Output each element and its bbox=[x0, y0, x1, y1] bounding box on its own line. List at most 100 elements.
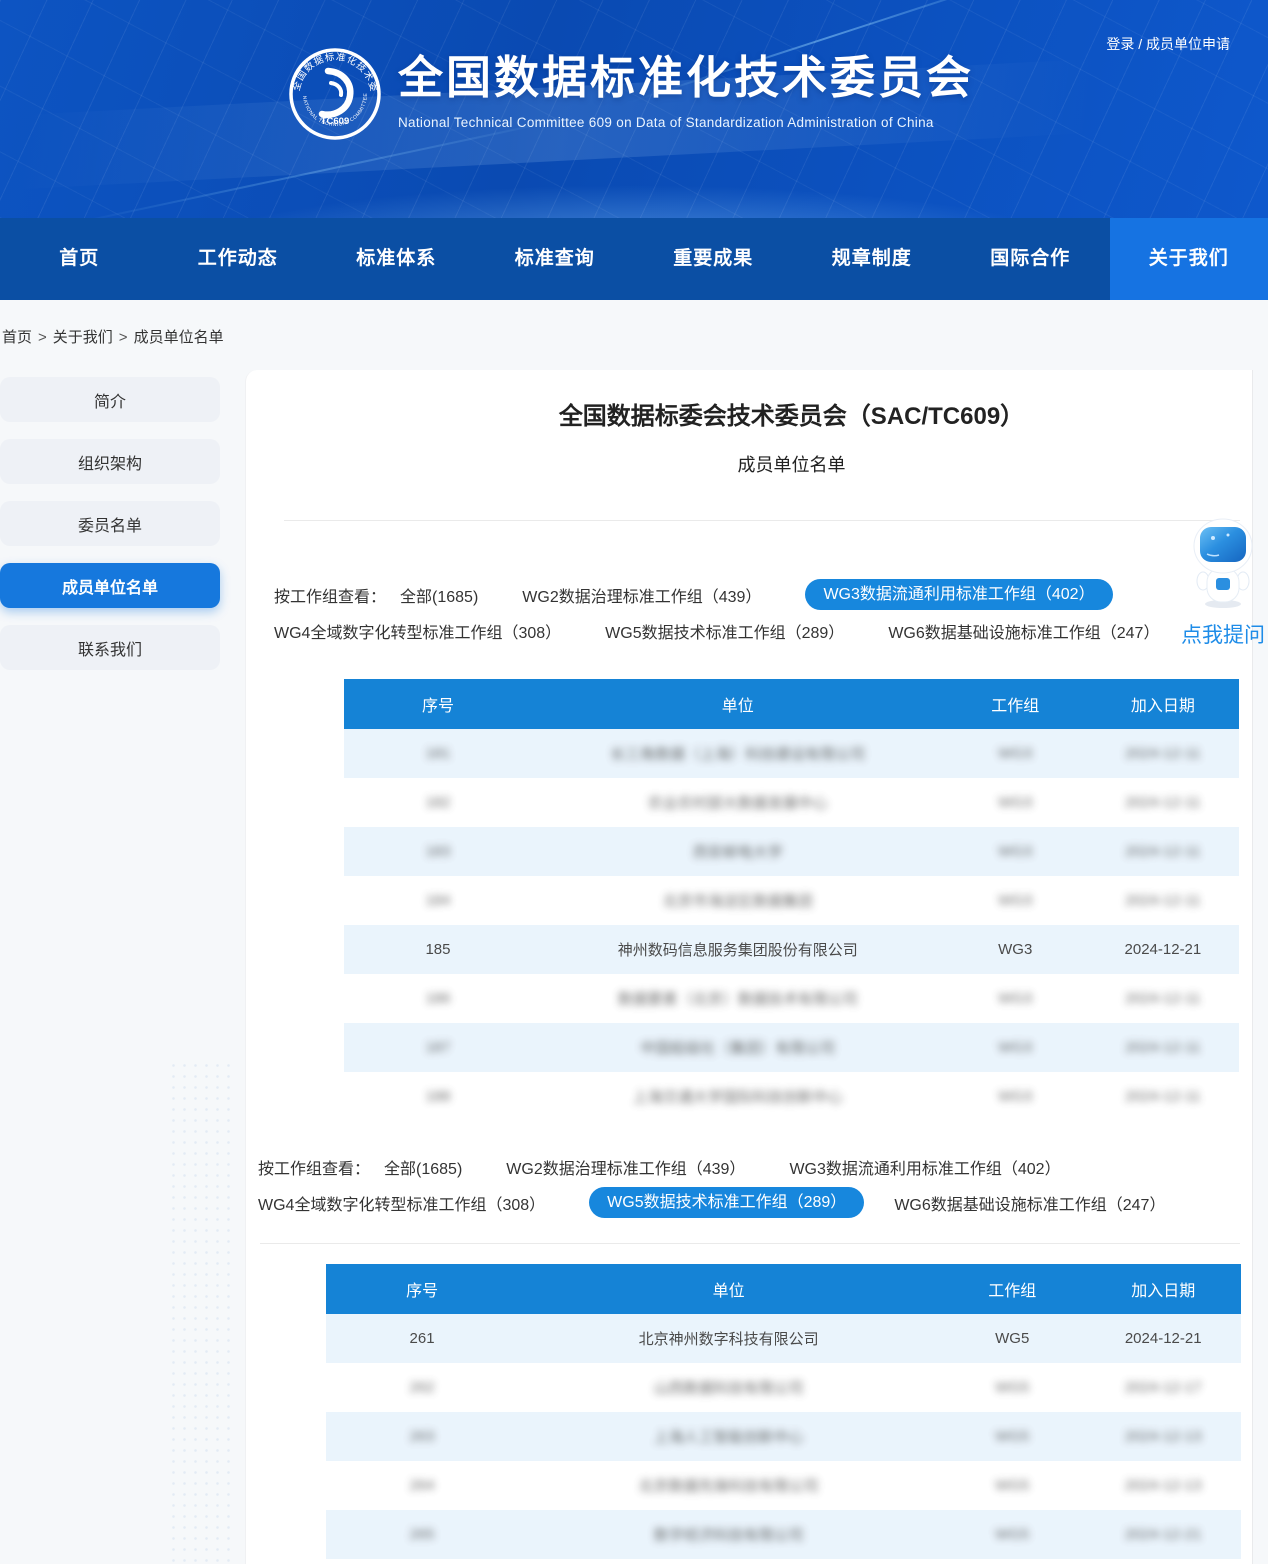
cell-unit: 上海交通大学国际科技创新中心 bbox=[532, 1086, 944, 1107]
robot-icon[interactable] bbox=[1180, 518, 1266, 610]
sections-container: 按工作组查看： 全部(1685) WG2数据治理标准工作组（439） WG3数据流通利… bbox=[246, 579, 1252, 1559]
breadcrumb-separator: > bbox=[119, 329, 128, 346]
cell-workgroup: WG5 bbox=[939, 1330, 1085, 1347]
cell-date: 2024-12-11 bbox=[1087, 794, 1239, 811]
table-header-row: 序号单位工作组加入日期 bbox=[344, 679, 1239, 729]
nav-item-regulations[interactable]: 规章制度 bbox=[793, 218, 952, 300]
filter-row: 按工作组查看：全部(1685)WG2数据治理标准工作组（439）WG3数据流通利… bbox=[258, 1151, 1252, 1182]
filter-wg5[interactable]: WG5数据技术标准工作组（289） bbox=[589, 1187, 864, 1218]
logo-code: TC609 bbox=[321, 116, 350, 127]
filter-all[interactable]: 全部(1685) bbox=[384, 1155, 462, 1179]
sidebar: 简介组织架构委员名单成员单位名单联系我们 bbox=[0, 377, 220, 687]
filter-wg3[interactable]: WG3数据流通利用标准工作组（402） bbox=[805, 579, 1112, 610]
filter-all[interactable]: 全部(1685) bbox=[400, 583, 478, 607]
assistant-widget[interactable]: 点我提问 bbox=[1178, 518, 1268, 649]
cell-workgroup: WG3 bbox=[944, 1088, 1087, 1105]
table-row: 183西安邮电大学WG32024-12-11 bbox=[344, 827, 1239, 876]
cell-unit: 山西数据科技有限公司 bbox=[518, 1377, 939, 1398]
filter-wg6[interactable]: WG6数据基础设施标准工作组（247） bbox=[894, 1191, 1165, 1215]
cell-unit: 中国船级社（集团）有限公司 bbox=[532, 1037, 944, 1058]
filter-wg6[interactable]: WG6数据基础设施标准工作组（247） bbox=[888, 619, 1159, 643]
nav-item-about[interactable]: 关于我们 bbox=[1110, 218, 1268, 300]
table-row: 184北京市海淀区数据集团WG32024-12-11 bbox=[344, 876, 1239, 925]
column-header-3: 加入日期 bbox=[1087, 692, 1239, 716]
cell-unit: 数字经济科技有限公司 bbox=[518, 1524, 939, 1545]
filter-wg2[interactable]: WG2数据治理标准工作组（439） bbox=[506, 1155, 745, 1179]
member-table: 序号单位工作组加入日期181长三角数据（上海）科技建设有限公司WG32024-1… bbox=[344, 679, 1239, 1121]
cell-unit: 北京神州数字科技有限公司 bbox=[518, 1328, 939, 1349]
cell-workgroup: WG3 bbox=[944, 745, 1087, 762]
sidebar-item-member-units[interactable]: 成员单位名单 bbox=[0, 563, 220, 608]
content-layout: 简介组织架构委员名单成员单位名单联系我们 全国数据标委会技术委员会（SAC/TC… bbox=[0, 370, 1268, 1564]
filter-bar: 按工作组查看： 全部(1685) WG2数据治理标准工作组（439） WG3数据流通利… bbox=[274, 579, 1252, 646]
divider bbox=[284, 520, 1240, 521]
page-subtitle: 成员单位名单 bbox=[344, 452, 1239, 478]
table-row: 188上海交通大学国际科技创新中心WG32024-12-11 bbox=[344, 1072, 1239, 1121]
table-row: 264北京数据先锋科技有限公司WG52024-12-13 bbox=[326, 1461, 1241, 1510]
filter-label: 按工作组查看： bbox=[274, 583, 386, 607]
filter-wg2[interactable]: WG2数据治理标准工作组（439） bbox=[522, 583, 761, 607]
cell-workgroup: WG3 bbox=[944, 941, 1087, 958]
cell-workgroup: WG5 bbox=[939, 1428, 1085, 1445]
table-row: 263上海人工智能创新中心WG52024-12-13 bbox=[326, 1412, 1241, 1461]
column-header-0: 序号 bbox=[344, 692, 532, 716]
cell-unit: 神州数码信息服务集团股份有限公司 bbox=[532, 939, 944, 960]
cell-unit: 长三角数据（上海）科技建设有限公司 bbox=[532, 743, 944, 764]
cell-date: 2024-12-21 bbox=[1085, 1526, 1241, 1543]
filter-bar: 按工作组查看：全部(1685)WG2数据治理标准工作组（439）WG3数据流通利… bbox=[258, 1151, 1252, 1218]
member-section-2: 按工作组查看：全部(1685)WG2数据治理标准工作组（439）WG3数据流通利… bbox=[246, 1151, 1252, 1559]
cell-unit: 上海人工智能创新中心 bbox=[518, 1426, 939, 1447]
sidebar-item-members[interactable]: 委员名单 bbox=[0, 501, 220, 546]
breadcrumb-item-2[interactable]: 成员单位名单 bbox=[134, 329, 224, 346]
table-row: 185神州数码信息服务集团股份有限公司WG32024-12-21 bbox=[344, 925, 1239, 974]
cell-date: 2024-12-11 bbox=[1087, 745, 1239, 762]
member-section-1: 按工作组查看： 全部(1685) WG2数据治理标准工作组（439） WG3数据流通利… bbox=[246, 579, 1252, 1121]
cell-date: 2024-12-13 bbox=[1085, 1477, 1241, 1494]
nav-item-achievements[interactable]: 重要成果 bbox=[634, 218, 793, 300]
column-header-0: 序号 bbox=[326, 1277, 518, 1301]
site-subtitle: National Technical Committee 609 on Data… bbox=[398, 115, 974, 130]
breadcrumb-item-0[interactable]: 首页 bbox=[2, 329, 32, 346]
cell-date: 2024-12-21 bbox=[1085, 1330, 1241, 1347]
sidebar-item-org[interactable]: 组织架构 bbox=[0, 439, 220, 484]
table-row: 181长三角数据（上海）科技建设有限公司WG32024-12-11 bbox=[344, 729, 1239, 778]
table-row: 265数字经济科技有限公司WG52024-12-21 bbox=[326, 1510, 1241, 1559]
nav-item-work-news[interactable]: 工作动态 bbox=[159, 218, 318, 300]
filter-wg4[interactable]: WG4全域数字化转型标准工作组（308） bbox=[258, 1191, 545, 1215]
cell-no: 181 bbox=[344, 745, 532, 762]
table-row: 186数据要素（北京）数据技术有限公司WG32024-12-11 bbox=[344, 974, 1239, 1023]
cell-no: 264 bbox=[326, 1477, 518, 1494]
table-row: 262山西数据科技有限公司WG52024-12-17 bbox=[326, 1363, 1241, 1412]
cell-date: 2024-12-11 bbox=[1087, 843, 1239, 860]
cell-workgroup: WG5 bbox=[939, 1379, 1085, 1396]
table-row: 261北京神州数字科技有限公司WG52024-12-21 bbox=[326, 1314, 1241, 1363]
table-row: 182农业农村部大数据发展中心WG32024-12-11 bbox=[344, 778, 1239, 827]
site-logo-icon: 全国数据标准化技术委员会 NATIONAL TECHNICAL COMMITTE… bbox=[288, 46, 382, 142]
cell-date: 2024-12-11 bbox=[1087, 892, 1239, 909]
cell-unit: 数据要素（北京）数据技术有限公司 bbox=[532, 988, 944, 1009]
cell-workgroup: WG5 bbox=[939, 1477, 1085, 1494]
ask-me-button[interactable]: 点我提问 bbox=[1178, 619, 1268, 649]
login-link[interactable]: 登录 / 成员单位申请 bbox=[1106, 34, 1230, 54]
site-banner: 登录 / 成员单位申请 全国数据标准化技术委员会 NATIONAL TECHNI… bbox=[0, 0, 1268, 218]
filter-wg5[interactable]: WG5数据技术标准工作组（289） bbox=[605, 619, 844, 643]
member-table: 序号单位工作组加入日期261北京神州数字科技有限公司WG52024-12-212… bbox=[326, 1264, 1241, 1559]
breadcrumb-item-1[interactable]: 关于我们 bbox=[53, 329, 113, 346]
nav-item-international[interactable]: 国际合作 bbox=[951, 218, 1110, 300]
sidebar-item-contact[interactable]: 联系我们 bbox=[0, 625, 220, 670]
cell-no: 188 bbox=[344, 1088, 532, 1105]
sidebar-item-intro[interactable]: 简介 bbox=[0, 377, 220, 422]
table-header-row: 序号单位工作组加入日期 bbox=[326, 1264, 1241, 1314]
logo-swoosh-inner bbox=[331, 83, 341, 95]
cell-unit: 农业农村部大数据发展中心 bbox=[532, 792, 944, 813]
cell-workgroup: WG3 bbox=[944, 892, 1087, 909]
table-row: 187中国船级社（集团）有限公司WG32024-12-11 bbox=[344, 1023, 1239, 1072]
column-header-1: 单位 bbox=[532, 692, 944, 716]
filter-wg4[interactable]: WG4全域数字化转型标准工作组（308） bbox=[274, 619, 561, 643]
nav-item-standard-system[interactable]: 标准体系 bbox=[317, 218, 476, 300]
nav-item-standard-search[interactable]: 标准查询 bbox=[476, 218, 635, 300]
cell-no: 186 bbox=[344, 990, 532, 1007]
filter-wg3[interactable]: WG3数据流通利用标准工作组（402） bbox=[789, 1155, 1060, 1179]
cell-date: 2024-12-11 bbox=[1087, 990, 1239, 1007]
nav-item-home[interactable]: 首页 bbox=[0, 218, 159, 300]
